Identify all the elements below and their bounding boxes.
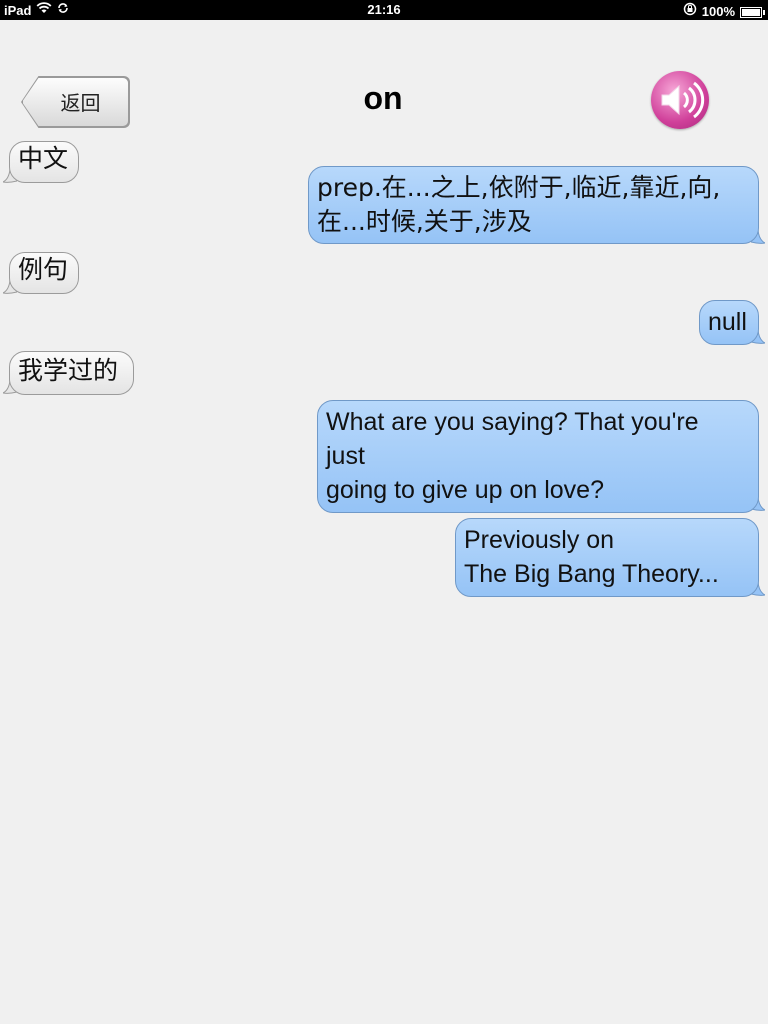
speaker-icon xyxy=(661,81,705,119)
speaker-button[interactable] xyxy=(651,71,709,129)
rotation-lock-icon xyxy=(683,2,697,20)
status-bar: iPad 21:16 100% xyxy=(0,0,768,20)
status-time: 21:16 xyxy=(367,2,401,17)
learned-sentence-bubble: What are you saying? That you're just go… xyxy=(317,400,759,513)
page-title: on xyxy=(363,80,403,116)
definition-bubble: prep.在...之上,依附于,临近,靠近,向, 在...时候,关于,涉及 xyxy=(308,166,759,244)
section-label-learned: 我学过的 xyxy=(9,351,134,395)
section-label-examples: 例句 xyxy=(9,252,79,294)
section-label-chinese: 中文 xyxy=(9,141,79,183)
back-button[interactable]: 返回 xyxy=(22,77,129,127)
example-bubble: null xyxy=(699,300,759,345)
battery-icon xyxy=(740,6,765,18)
learned-sentence-bubble: Previously on The Big Bang Theory... xyxy=(455,518,759,597)
status-right: 100% xyxy=(683,2,765,20)
battery-percent: 100% xyxy=(701,3,735,19)
